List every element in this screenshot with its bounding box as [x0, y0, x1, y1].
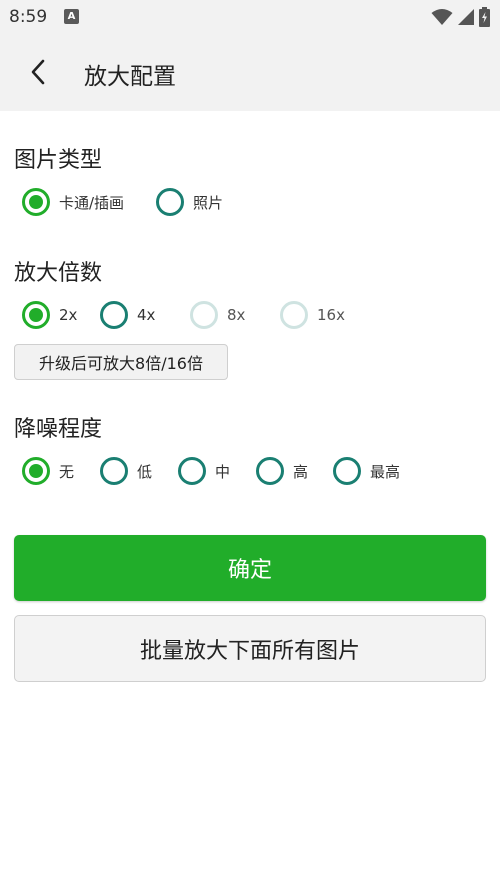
radio-label: 照片 [193, 193, 224, 212]
radio-unchecked-indicator [178, 457, 206, 485]
radio-scale-16x[interactable]: 16x [280, 299, 345, 331]
radio-label: 4x [137, 306, 156, 324]
wifi-icon [431, 9, 453, 25]
radio-scale-4x[interactable]: 4x [100, 299, 155, 331]
radio-label: 最高 [370, 462, 401, 481]
radio-denoise-none[interactable]: 无 [22, 455, 74, 487]
radio-checked-indicator [22, 188, 50, 216]
radio-photo[interactable]: 照片 [156, 186, 223, 218]
status-icons [431, 7, 490, 27]
notification-icon: A [64, 9, 79, 24]
scale-title: 放大倍数 [14, 261, 103, 286]
page-title: 放大配置 [84, 64, 176, 90]
radio-label: 2x [59, 306, 78, 324]
radio-unchecked-indicator [333, 457, 361, 485]
back-button[interactable] [18, 52, 58, 92]
image-type-title: 图片类型 [14, 148, 103, 173]
batch-upscale-button[interactable]: 批量放大下面所有图片 [14, 615, 486, 682]
radio-label: 8x [227, 306, 246, 324]
radio-label: 高 [293, 462, 309, 481]
radio-denoise-highest[interactable]: 最高 [333, 455, 400, 487]
status-time: 8:59 [9, 7, 48, 27]
radio-scale-8x[interactable]: 8x [190, 299, 245, 331]
battery-icon [479, 7, 490, 27]
radio-disabled-indicator [190, 301, 218, 329]
app-bar: 放大配置 [0, 34, 500, 111]
denoise-title: 降噪程度 [14, 417, 103, 442]
radio-label: 低 [137, 462, 153, 481]
back-arrow-icon [31, 59, 45, 85]
radio-disabled-indicator [280, 301, 308, 329]
radio-cartoon[interactable]: 卡通/插画 [22, 186, 124, 218]
radio-unchecked-indicator [156, 188, 184, 216]
radio-denoise-low[interactable]: 低 [100, 455, 152, 487]
radio-unchecked-indicator [100, 457, 128, 485]
radio-label: 16x [317, 306, 345, 324]
radio-unchecked-indicator [100, 301, 128, 329]
radio-label: 无 [59, 462, 75, 481]
radio-checked-indicator [22, 457, 50, 485]
upgrade-button[interactable]: 升级后可放大8倍/16倍 [14, 344, 228, 380]
radio-checked-indicator [22, 301, 50, 329]
radio-label: 卡通/插画 [59, 193, 125, 212]
status-bar: 8:59 A [0, 0, 500, 34]
radio-denoise-medium[interactable]: 中 [178, 455, 230, 487]
radio-denoise-high[interactable]: 高 [256, 455, 308, 487]
signal-icon [458, 9, 474, 25]
radio-unchecked-indicator [256, 457, 284, 485]
confirm-button[interactable]: 确定 [14, 535, 486, 601]
radio-label: 中 [215, 462, 231, 481]
radio-scale-2x[interactable]: 2x [22, 299, 77, 331]
